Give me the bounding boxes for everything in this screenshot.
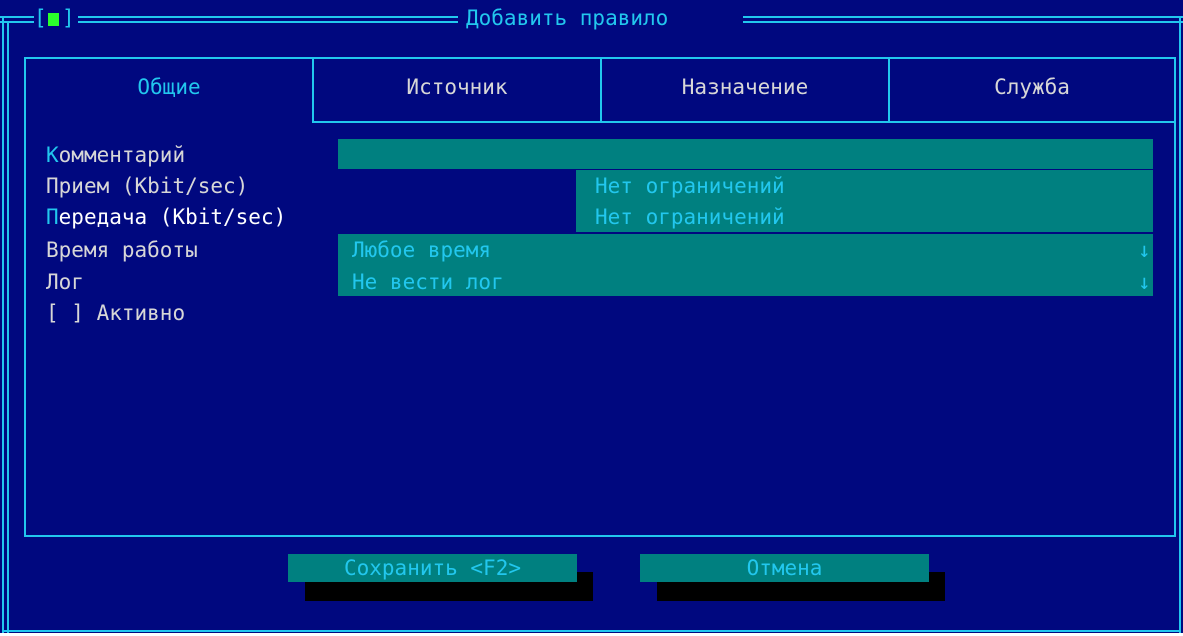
tab-destination[interactable]: Назначение (602, 75, 888, 99)
tab-source[interactable]: Источник (314, 75, 600, 99)
receive-hint: Нет ограничений (595, 174, 785, 198)
receive-label: Прием (Kbit/sec) (46, 171, 248, 201)
comment-label: Комментарий (46, 140, 185, 170)
schedule-select[interactable]: Любое время (352, 235, 491, 265)
transmit-label-text: ередача (Kbit/sec) (58, 205, 287, 229)
frame-line (2, 630, 1181, 632)
chevron-down-icon[interactable]: ↓ (1138, 267, 1151, 297)
screen: [ ] Добавить правило Общие Источник Назн… (0, 0, 1183, 636)
chevron-down-icon[interactable]: ↓ (1138, 235, 1151, 265)
tab-service[interactable]: Служба (890, 75, 1174, 99)
active-checkbox[interactable]: [ ] Активно (46, 298, 185, 328)
frame-line (743, 21, 1183, 23)
close-icon[interactable] (48, 13, 59, 26)
tab-general[interactable]: Общие (26, 75, 312, 99)
comment-input[interactable] (338, 139, 1153, 169)
frame-line (743, 16, 1183, 18)
receive-hotkey: П (46, 174, 59, 198)
tabs-panel (24, 57, 1176, 537)
close-bracket-left: [ (34, 6, 47, 30)
comment-label-text: омментарий (58, 143, 186, 167)
frame-line (0, 16, 34, 18)
transmit-hint: Нет ограничений (595, 205, 785, 229)
comment-hotkey: К (46, 143, 59, 167)
frame-line (78, 21, 458, 23)
close-bracket-right: ] (62, 6, 75, 30)
frame-line (2, 16, 4, 633)
frame-line (0, 21, 34, 23)
dialog-title: Добавить правило (466, 6, 669, 30)
add-rule-dialog: [ ] Добавить правило Общие Источник Назн… (0, 0, 1183, 633)
transmit-hotkey: П (46, 205, 59, 229)
cancel-button[interactable]: Отмена (640, 554, 929, 582)
transmit-label: Передача (Kbit/sec) (46, 202, 286, 232)
receive-label-text: рием (Kbit/sec) (58, 174, 249, 198)
active-checkbox-label: Активно (96, 301, 186, 325)
frame-line (7, 21, 9, 633)
checkbox-box[interactable]: [ ] (46, 301, 84, 325)
frame-line (78, 16, 458, 18)
frame-line (1179, 16, 1181, 633)
log-select[interactable]: Не вести лог (352, 267, 504, 297)
log-label: Лог (46, 270, 84, 294)
save-button[interactable]: Сохранить <F2> (288, 554, 577, 582)
schedule-label: Время работы (46, 238, 198, 262)
tab-underline (312, 121, 1176, 123)
